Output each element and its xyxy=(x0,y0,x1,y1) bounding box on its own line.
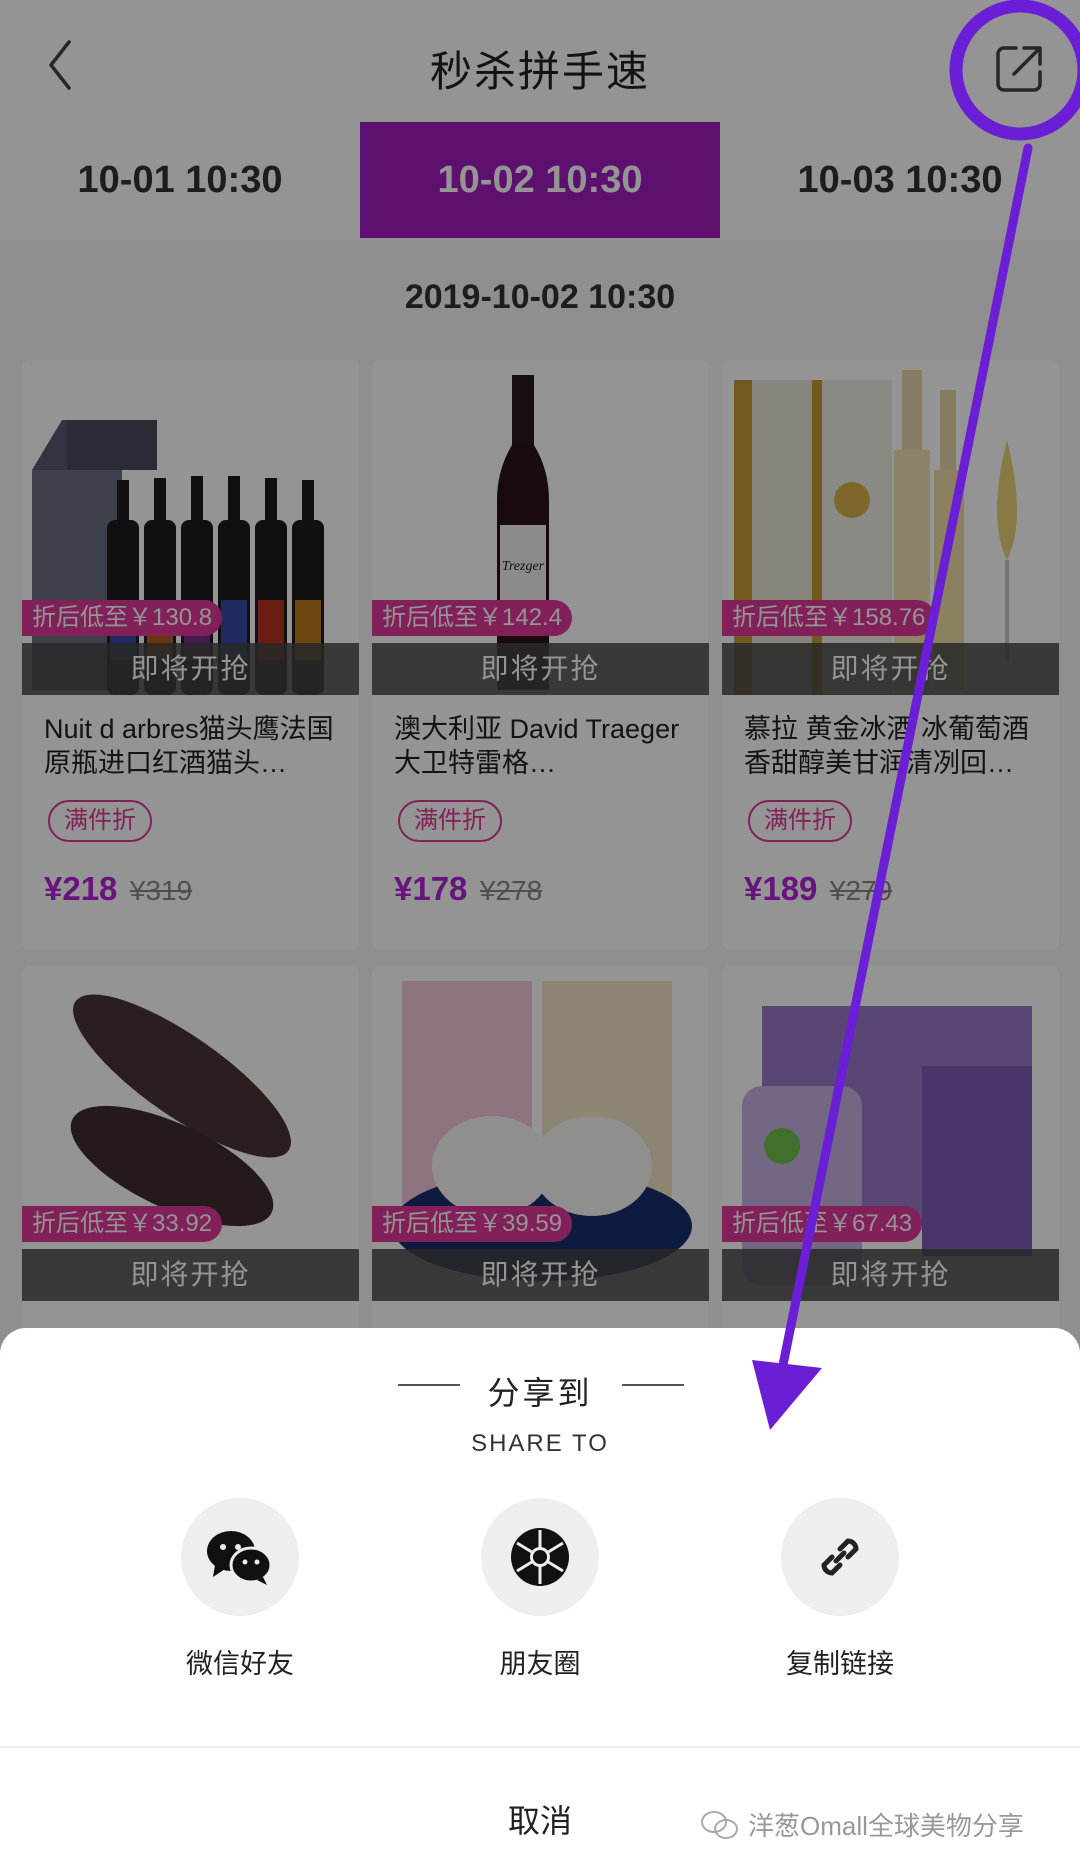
share-option-label: 微信好友 xyxy=(186,1649,294,1679)
link-icon xyxy=(821,1538,859,1576)
wechat-icon xyxy=(207,1531,273,1585)
share-option-label: 复制链接 xyxy=(786,1649,894,1679)
share-sheet-title: 分享到 xyxy=(487,1375,593,1411)
share-icon-circle xyxy=(181,1498,299,1616)
share-icon-circle xyxy=(481,1498,599,1616)
share-sheet: 分享到 SHARE TO 微信好友 朋友圈 复制链接 取消 洋葱Omall全球美… xyxy=(0,1328,1080,1872)
share-sheet-subtitle: SHARE TO xyxy=(471,1430,609,1457)
share-icon-circle xyxy=(781,1498,899,1616)
share-copy-link[interactable]: 复制链接 xyxy=(740,1498,940,1681)
watermark-text: 洋葱Omall全球美物分享 xyxy=(748,1811,1024,1841)
flash-sale-page: 秒杀拼手速 10-01 10:30 10-02 10:30 10-03 10:3… xyxy=(0,0,1080,1872)
wechat-official-icon xyxy=(701,1810,738,1839)
share-moments[interactable]: 朋友圈 xyxy=(440,1498,640,1681)
moments-icon xyxy=(511,1528,569,1586)
sheet-divider xyxy=(0,1746,1080,1748)
share-wechat-friend[interactable]: 微信好友 xyxy=(140,1498,340,1681)
share-option-label: 朋友圈 xyxy=(499,1649,581,1679)
watermark: 洋葱Omall全球美物分享 xyxy=(700,1806,1024,1843)
title-divider-right xyxy=(622,1384,684,1386)
